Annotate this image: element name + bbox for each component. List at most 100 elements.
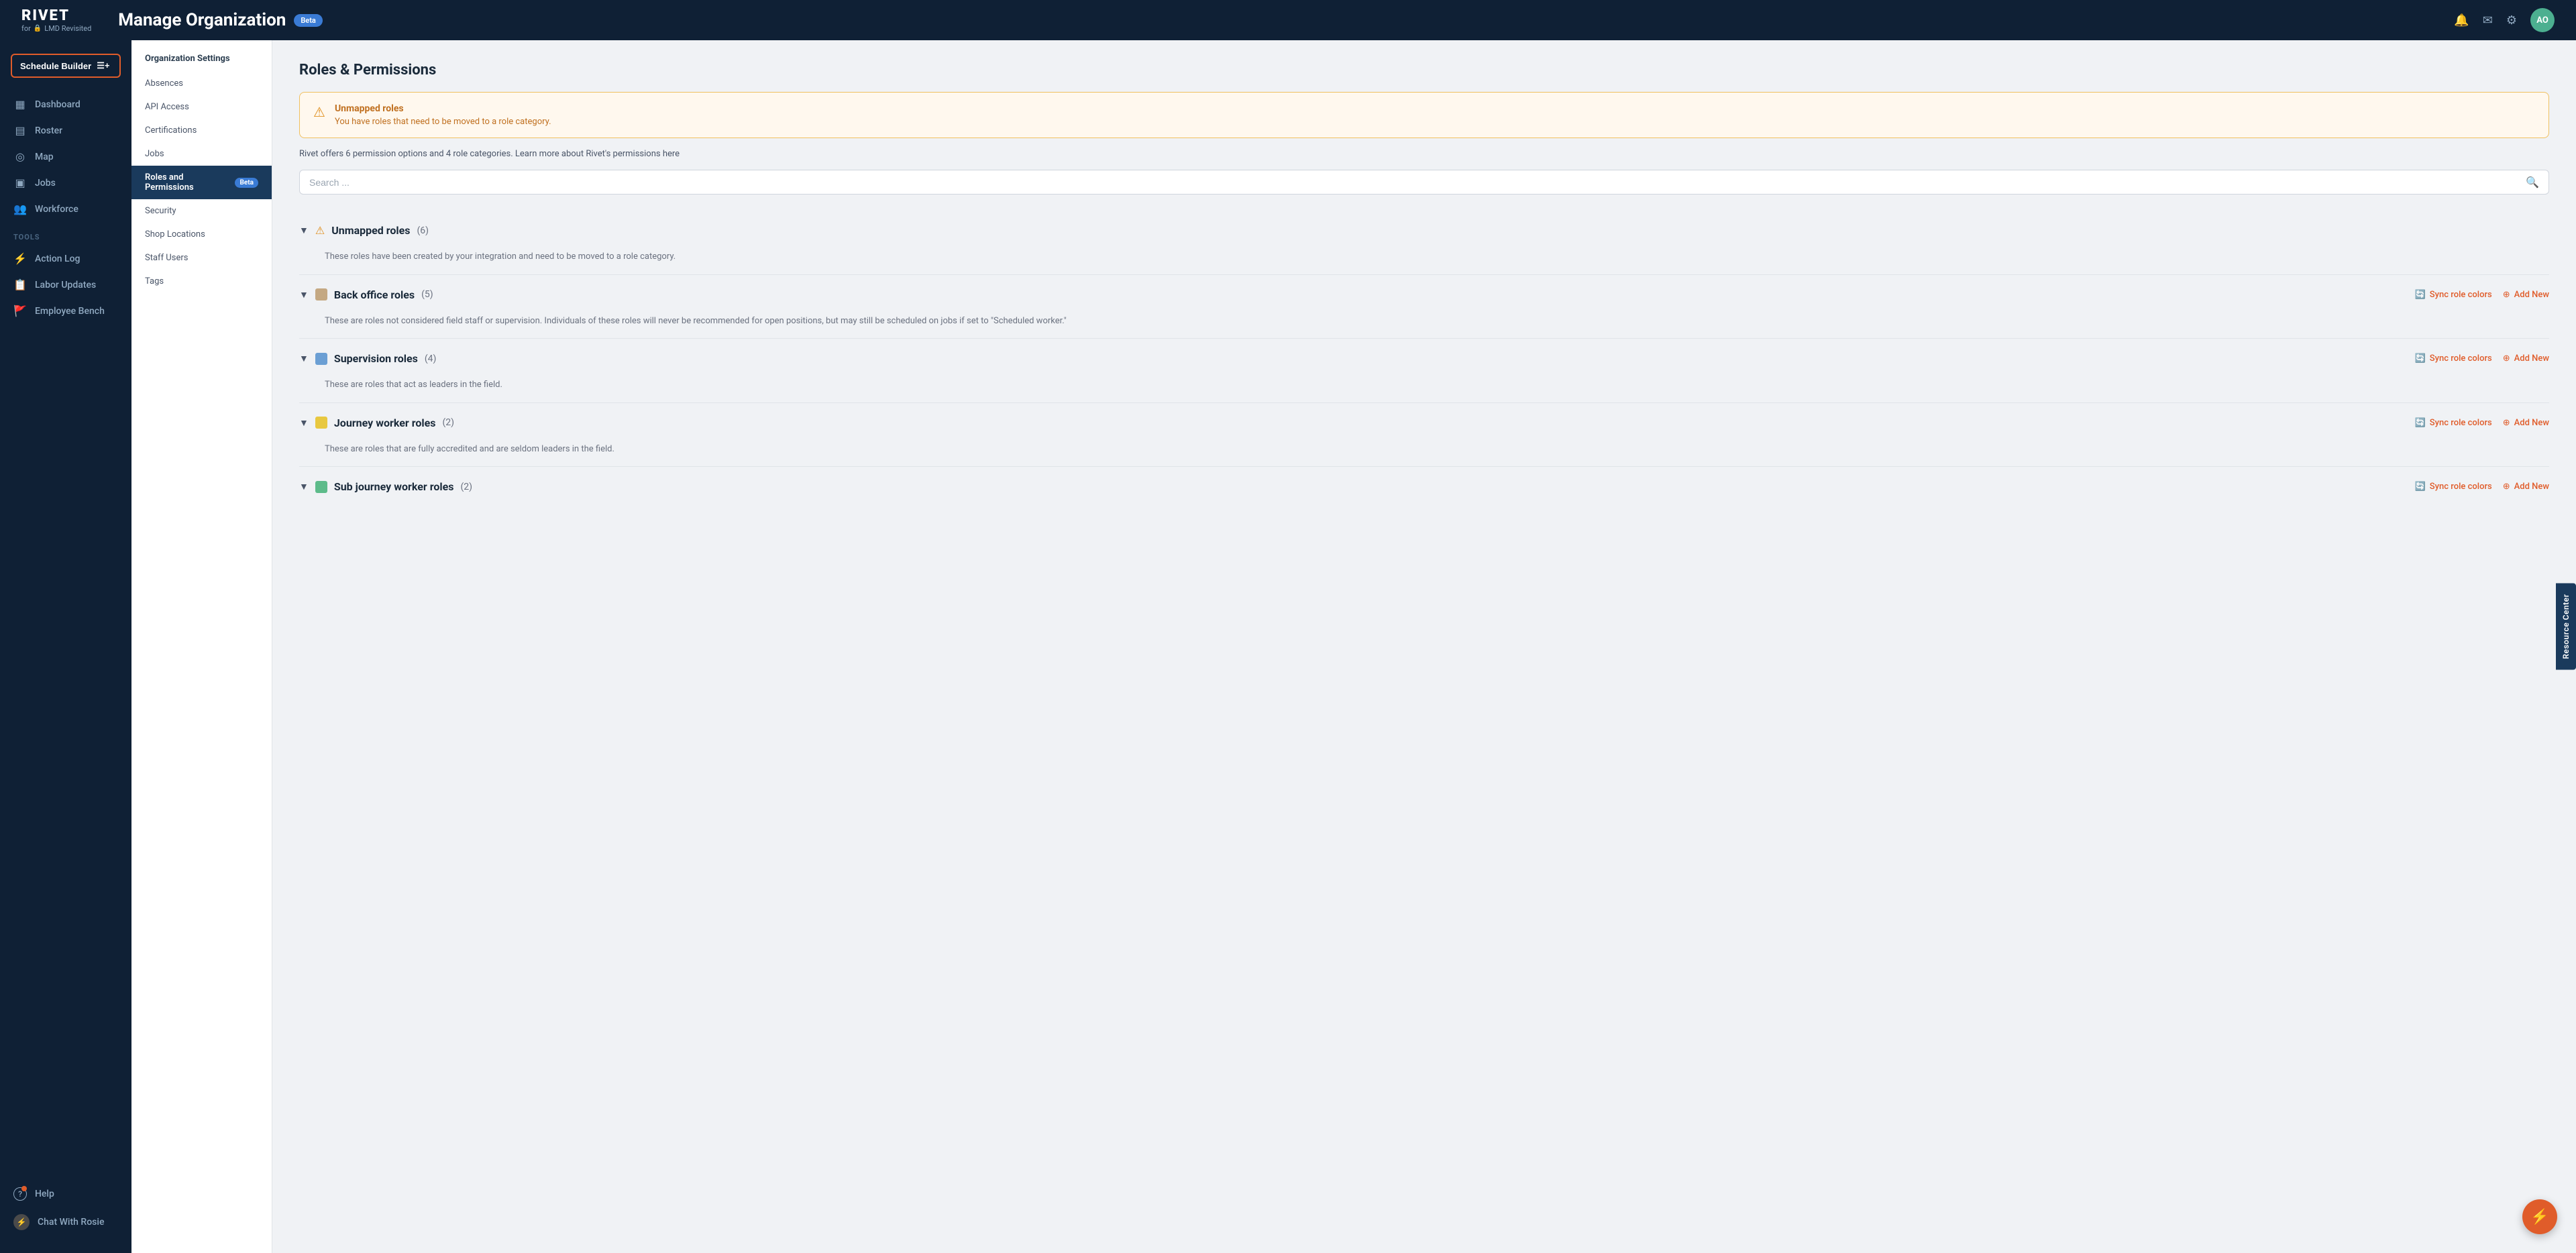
journey-worker-section-desc: These are roles that are fully accredite… bbox=[299, 443, 2549, 467]
search-bar: 🔍 bbox=[299, 170, 2549, 195]
sidebar-item-workforce[interactable]: 👥 Workforce bbox=[0, 196, 131, 222]
add-icon: ⊕ bbox=[2503, 290, 2510, 300]
warning-title: Unmapped roles bbox=[335, 103, 551, 114]
sidebar-item-help[interactable]: ? Help bbox=[0, 1181, 131, 1207]
sub-journey-worker-chevron-icon[interactable]: ▼ bbox=[299, 481, 309, 492]
journey-worker-section-name: Journey worker roles bbox=[334, 417, 436, 429]
sub-journey-worker-sync-btn[interactable]: 🔄 Sync role colors bbox=[2415, 482, 2492, 492]
back-office-add-new-btn[interactable]: ⊕ Add New bbox=[2503, 290, 2549, 300]
journey-worker-add-new-btn[interactable]: ⊕ Add New bbox=[2503, 418, 2549, 428]
unmapped-count: (6) bbox=[417, 225, 429, 236]
bell-icon[interactable]: 🔔 bbox=[2454, 13, 2469, 28]
sync-icon-3: 🔄 bbox=[2415, 418, 2426, 428]
schedule-builder-button[interactable]: Schedule Builder ☰+ bbox=[11, 54, 121, 78]
journey-worker-sync-btn[interactable]: 🔄 Sync role colors bbox=[2415, 418, 2492, 428]
sub-journey-worker-section-header: ▼ Sub journey worker roles (2) 🔄 Sync ro… bbox=[299, 467, 2549, 506]
logo-subtitle: for 🔒 LMD Revisited bbox=[21, 24, 91, 33]
unmapped-roles-banner: ⚠ Unmapped roles You have roles that nee… bbox=[299, 92, 2549, 138]
secondary-nav-absences[interactable]: Absences bbox=[131, 72, 272, 95]
search-icon: 🔍 bbox=[2526, 176, 2539, 188]
secondary-nav-certifications[interactable]: Certifications bbox=[131, 119, 272, 142]
tools-label: TOOLS bbox=[0, 222, 131, 246]
add-icon-2: ⊕ bbox=[2503, 353, 2510, 364]
sub-journey-worker-actions: 🔄 Sync role colors ⊕ Add New bbox=[2415, 480, 2549, 492]
role-section-sub-journey-worker: ▼ Sub journey worker roles (2) 🔄 Sync ro… bbox=[299, 467, 2549, 506]
journey-worker-chevron-icon[interactable]: ▼ bbox=[299, 417, 309, 429]
sync-icon-2: 🔄 bbox=[2415, 353, 2426, 364]
role-section-unmapped: ▼ ⚠ Unmapped roles (6) These roles have … bbox=[299, 211, 2549, 274]
sidebar-item-action-log[interactable]: ⚡ Action Log bbox=[0, 246, 131, 272]
sidebar-item-employee-bench[interactable]: 🚩 Employee Bench bbox=[0, 298, 131, 324]
left-sidebar: Schedule Builder ☰+ ▦ Dashboard ▤ Roster… bbox=[0, 40, 131, 1253]
rosie-fab-button[interactable]: ⚡ bbox=[2522, 1199, 2557, 1234]
sync-icon: 🔄 bbox=[2415, 290, 2426, 300]
back-office-color-dot bbox=[315, 288, 327, 301]
supervision-count: (4) bbox=[425, 353, 437, 364]
info-text: Rivet offers 6 permission options and 4 … bbox=[299, 149, 2549, 159]
supervision-chevron-icon[interactable]: ▼ bbox=[299, 353, 309, 364]
secondary-nav-api-access[interactable]: API Access bbox=[131, 95, 272, 119]
secondary-nav-jobs[interactable]: Jobs bbox=[131, 142, 272, 166]
logo-area: RIVET for 🔒 LMD Revisited bbox=[21, 7, 91, 33]
sub-journey-worker-add-new-btn[interactable]: ⊕ Add New bbox=[2503, 482, 2549, 492]
unmapped-chevron-icon[interactable]: ▼ bbox=[299, 225, 309, 236]
body-layout: Schedule Builder ☰+ ▦ Dashboard ▤ Roster… bbox=[0, 40, 2576, 1253]
header-actions: 🔔 ✉ ⚙ AO bbox=[2454, 8, 2555, 32]
help-notification-dot bbox=[21, 1186, 27, 1191]
add-icon-3: ⊕ bbox=[2503, 418, 2510, 428]
secondary-nav-title: Organization Settings bbox=[131, 40, 272, 72]
sidebar-item-labor-updates[interactable]: 📋 Labor Updates bbox=[0, 272, 131, 298]
labor-updates-icon: 📋 bbox=[13, 278, 27, 291]
journey-worker-actions: 🔄 Sync role colors ⊕ Add New bbox=[2415, 417, 2549, 428]
back-office-sync-btn[interactable]: 🔄 Sync role colors bbox=[2415, 290, 2492, 300]
supervision-color-dot bbox=[315, 353, 327, 365]
supervision-section-header: ▼ Supervision roles (4) 🔄 Sync role colo… bbox=[299, 339, 2549, 378]
secondary-nav-staff-users[interactable]: Staff Users bbox=[131, 246, 272, 270]
sidebar-item-chat-rosie[interactable]: ⚡ Chat With Rosie bbox=[0, 1207, 131, 1237]
journey-worker-count: (2) bbox=[442, 417, 454, 428]
map-icon: ◎ bbox=[13, 150, 27, 163]
avatar[interactable]: AO bbox=[2530, 8, 2555, 32]
sidebar-item-jobs[interactable]: ▣ Jobs bbox=[0, 170, 131, 196]
gear-icon[interactable]: ⚙ bbox=[2506, 13, 2517, 28]
roles-beta-badge: Beta bbox=[235, 178, 258, 188]
warning-triangle-icon: ⚠ bbox=[313, 104, 325, 120]
sidebar-item-dashboard[interactable]: ▦ Dashboard bbox=[0, 91, 131, 117]
mail-icon[interactable]: ✉ bbox=[2483, 13, 2493, 28]
role-section-supervision: ▼ Supervision roles (4) 🔄 Sync role colo… bbox=[299, 339, 2549, 402]
back-office-chevron-icon[interactable]: ▼ bbox=[299, 289, 309, 301]
supervision-actions: 🔄 Sync role colors ⊕ Add New bbox=[2415, 352, 2549, 364]
sub-journey-worker-section-name: Sub journey worker roles bbox=[334, 480, 454, 493]
back-office-section-name: Back office roles bbox=[334, 288, 415, 301]
warning-description: You have roles that need to be moved to … bbox=[335, 117, 551, 127]
dashboard-icon: ▦ bbox=[13, 98, 27, 111]
back-office-actions: 🔄 Sync role colors ⊕ Add New bbox=[2415, 288, 2549, 300]
unmapped-warning-icon: ⚠ bbox=[315, 224, 325, 237]
add-icon-4: ⊕ bbox=[2503, 482, 2510, 492]
secondary-nav-shop-locations[interactable]: Shop Locations bbox=[131, 223, 272, 246]
back-office-section-desc: These are roles not considered field sta… bbox=[299, 315, 2549, 339]
journey-worker-color-dot bbox=[315, 417, 327, 429]
role-section-back-office: ▼ Back office roles (5) 🔄 Sync role colo… bbox=[299, 275, 2549, 339]
sub-journey-worker-count: (2) bbox=[460, 482, 472, 492]
lock-icon: 🔒 bbox=[34, 25, 42, 32]
employee-bench-icon: 🚩 bbox=[13, 305, 27, 317]
warning-content: Unmapped roles You have roles that need … bbox=[335, 103, 551, 127]
jobs-icon: ▣ bbox=[13, 176, 27, 189]
secondary-nav-tags[interactable]: Tags bbox=[131, 270, 272, 293]
resource-center-tab[interactable]: Resource Center bbox=[2556, 584, 2576, 670]
back-office-section-header: ▼ Back office roles (5) 🔄 Sync role colo… bbox=[299, 275, 2549, 315]
sidebar-bottom: ? Help ⚡ Chat With Rosie bbox=[0, 1173, 131, 1245]
workforce-icon: 👥 bbox=[13, 203, 27, 215]
supervision-section-name: Supervision roles bbox=[334, 352, 418, 365]
journey-worker-section-header: ▼ Journey worker roles (2) 🔄 Sync role c… bbox=[299, 403, 2549, 443]
supervision-sync-btn[interactable]: 🔄 Sync role colors bbox=[2415, 353, 2492, 364]
secondary-nav-roles-permissions[interactable]: Roles and Permissions Beta bbox=[131, 166, 272, 199]
sync-icon-4: 🔄 bbox=[2415, 482, 2426, 492]
sidebar-item-map[interactable]: ◎ Map bbox=[0, 144, 131, 170]
rosie-icon: ⚡ bbox=[13, 1214, 30, 1230]
secondary-nav-security[interactable]: Security bbox=[131, 199, 272, 223]
sidebar-item-roster[interactable]: ▤ Roster bbox=[0, 117, 131, 144]
search-input[interactable] bbox=[309, 177, 2519, 188]
supervision-add-new-btn[interactable]: ⊕ Add New bbox=[2503, 353, 2549, 364]
